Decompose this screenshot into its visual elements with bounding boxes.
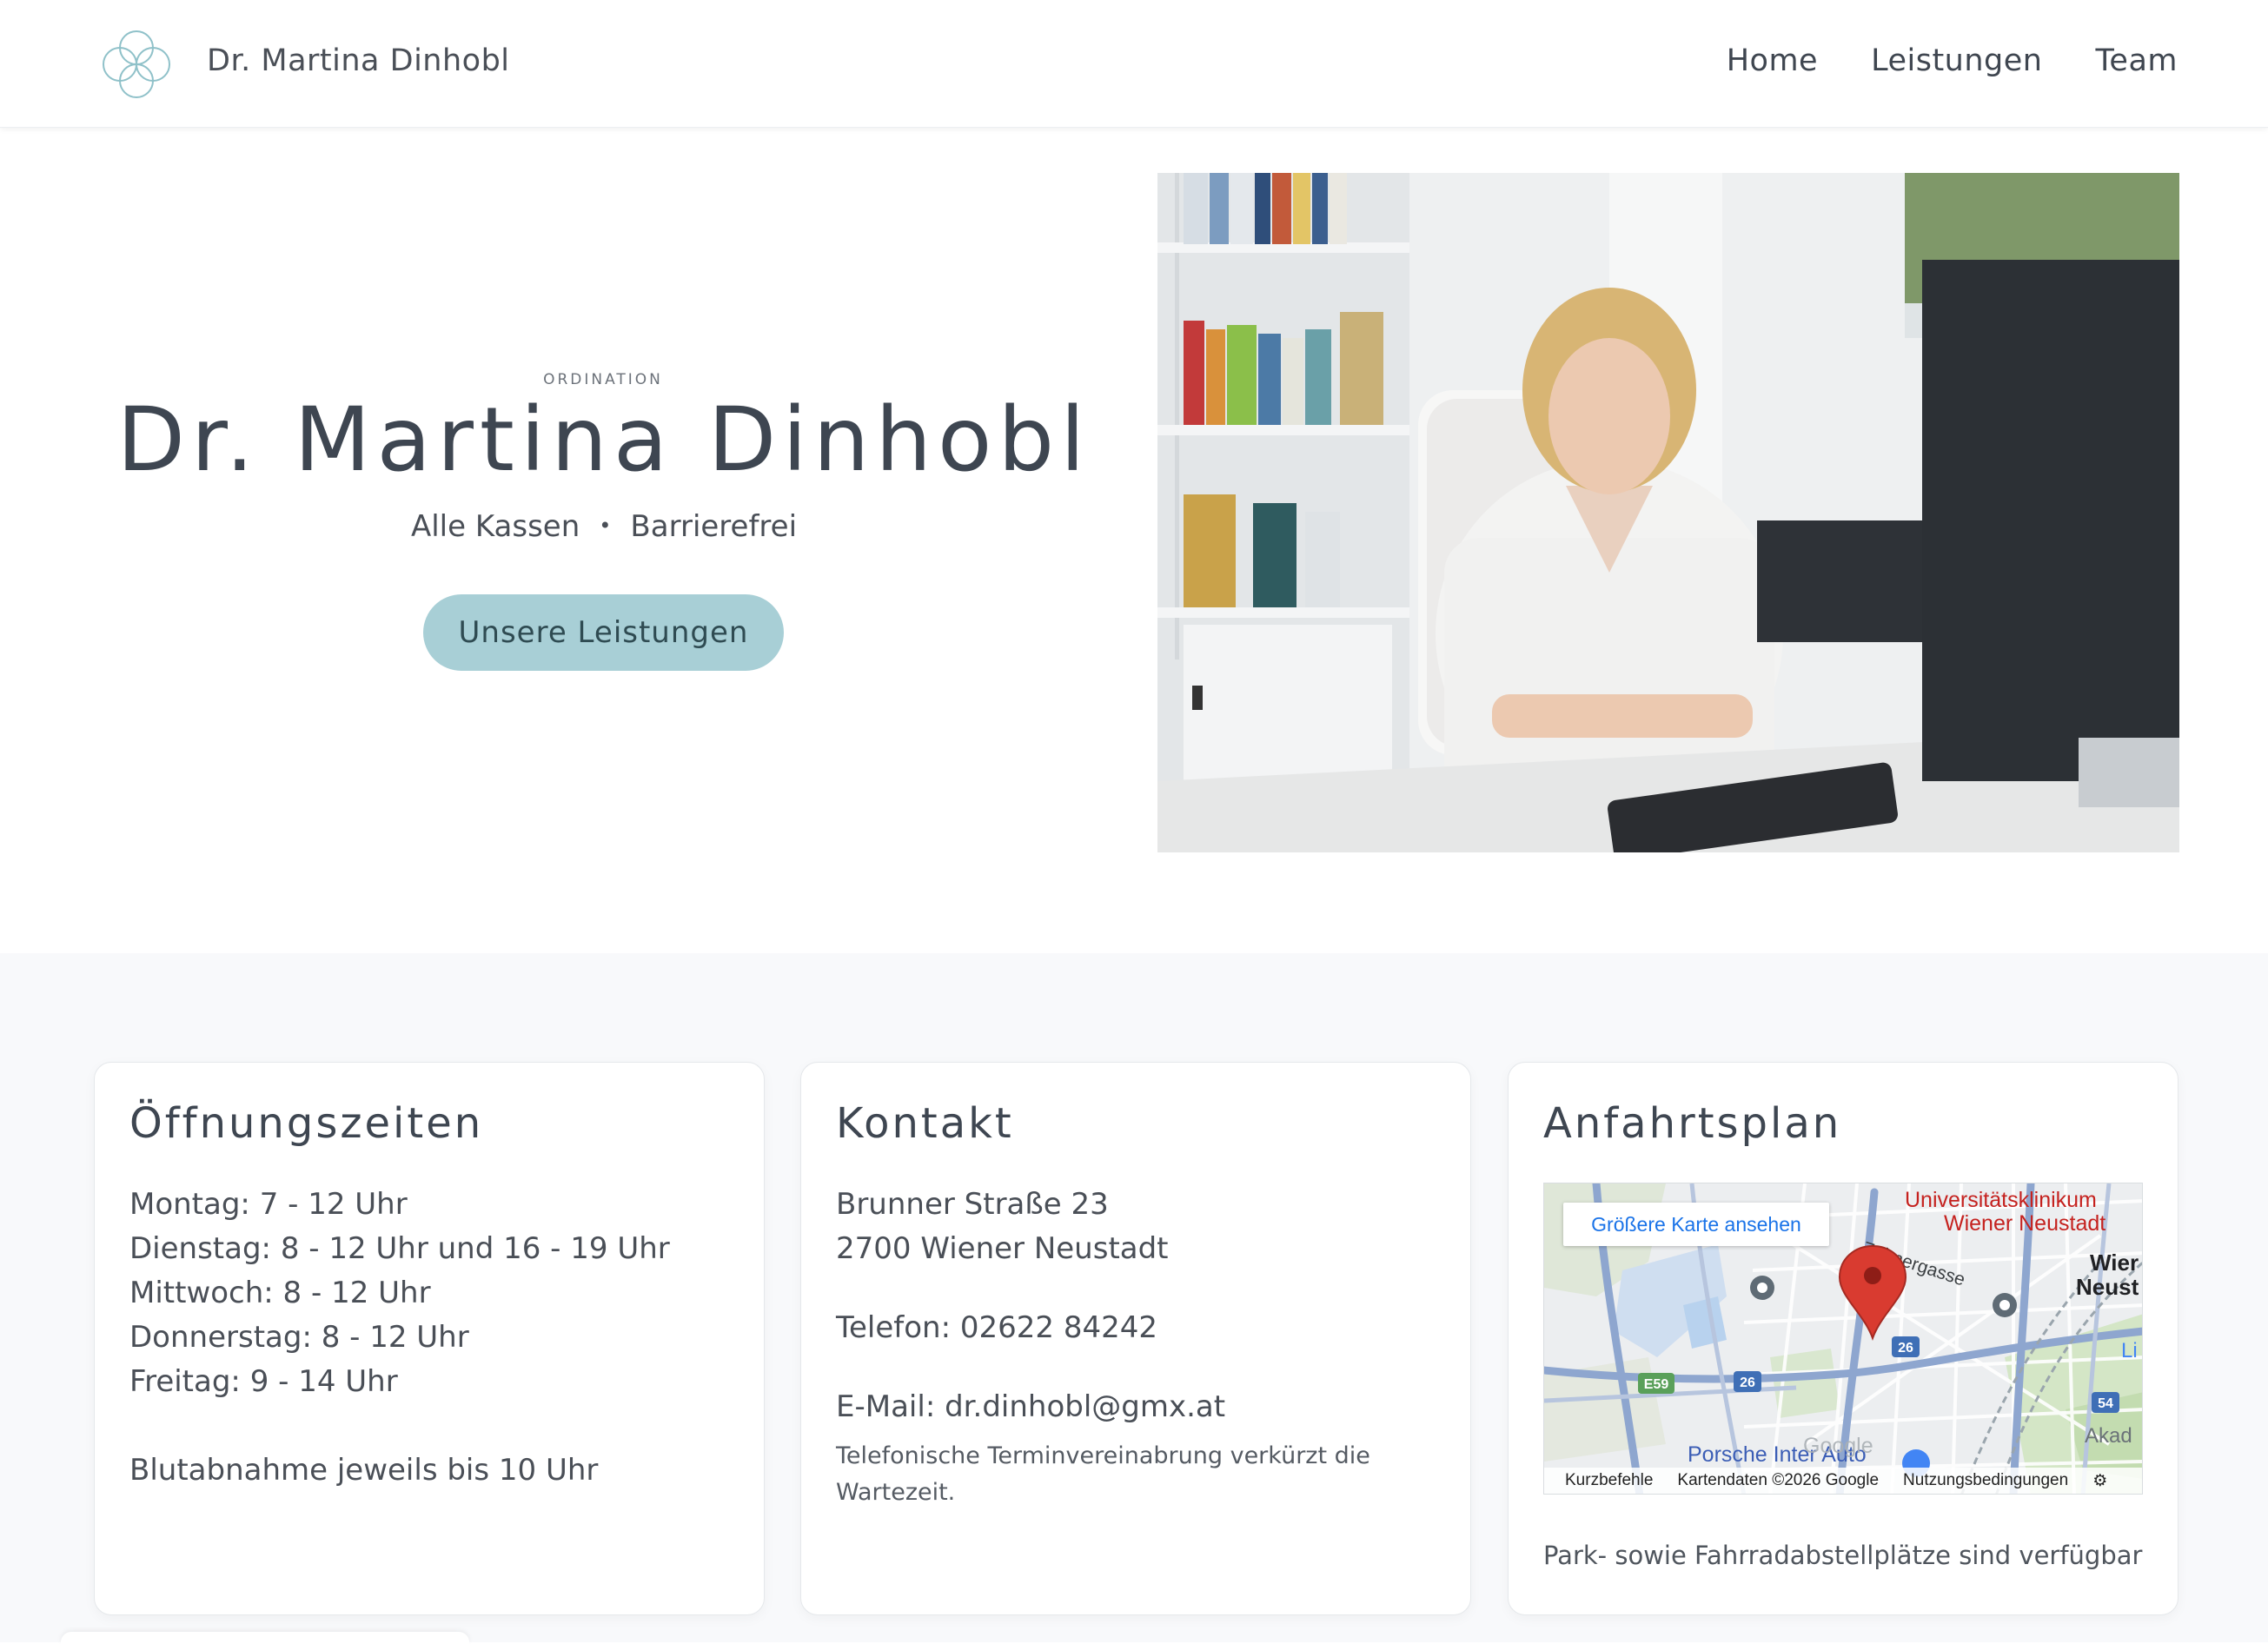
- site-header: Dr. Martina Dinhobl Home Leistungen Team: [0, 0, 2268, 128]
- map-settings-gear-icon[interactable]: ⚙: [2092, 1471, 2107, 1491]
- directions-title: Anfahrtsplan: [1543, 1099, 1842, 1148]
- hero-subtitle: Alle Kassen • Barrierefrei: [348, 509, 860, 544]
- hero-eyebrow: ORDINATION: [543, 371, 663, 388]
- contact-details: Brunner Straße 23 2700 Wiener Neustadt T…: [836, 1183, 1427, 1511]
- hours-tuesday: Dienstag: 8 - 12 Uhr und 16 - 19 Uhr: [129, 1231, 670, 1266]
- hero-sub-kassen: Alle Kassen: [410, 509, 580, 544]
- svg-text:Neust: Neust: [2076, 1274, 2139, 1300]
- email-link[interactable]: E-Mail: dr.dinhobl@gmx.at: [836, 1385, 1427, 1429]
- doctor-at-desk-photo: [1157, 173, 2179, 852]
- nav-leistungen[interactable]: Leistungen: [1871, 43, 2042, 78]
- svg-text:Li: Li: [2121, 1339, 2138, 1362]
- brand-name[interactable]: Dr. Martina Dinhobl: [207, 43, 510, 78]
- larger-map-button[interactable]: Größere Karte ansehen: [1563, 1203, 1829, 1246]
- hero-title: Dr. Martina Dinhobl: [116, 388, 1091, 492]
- nav-team[interactable]: Team: [2095, 43, 2178, 78]
- svg-text:Wier: Wier: [2090, 1250, 2139, 1276]
- svg-text:26: 26: [1740, 1376, 1755, 1390]
- leistungen-button[interactable]: Unsere Leistungen: [423, 594, 784, 671]
- svg-text:Universitätsklinikum: Universitätsklinikum: [1905, 1188, 2097, 1212]
- map-data-attribution: Kartendaten ©2026 Google: [1677, 1471, 1880, 1489]
- nav-home[interactable]: Home: [1727, 43, 1818, 78]
- info-section: Öffnungszeiten Montag: 7 - 12 Uhr Dienst…: [0, 953, 2268, 1644]
- main-nav: Home Leistungen Team: [1727, 43, 2178, 78]
- phone-link[interactable]: Telefon: 02622 84242: [836, 1306, 1427, 1350]
- map-shortcuts-link[interactable]: Kurzbefehle: [1565, 1471, 1653, 1490]
- contact-card: Kontakt Brunner Straße 23 2700 Wiener Ne…: [800, 1062, 1471, 1615]
- directions-card: Anfahrtsplan E59 26 26 54 Universitätskl…: [1508, 1062, 2178, 1615]
- map-footer: Kurzbefehle Kartendaten ©2026 Google Nut…: [1544, 1468, 2142, 1494]
- contact-title: Kontakt: [836, 1099, 1014, 1148]
- svg-text:E59: E59: [1644, 1377, 1669, 1392]
- blood-draw-note: Blutabnahme jeweils bis 10 Uhr: [129, 1453, 599, 1488]
- svg-text:26: 26: [1898, 1341, 1913, 1356]
- hours-thursday: Donnerstag: 8 - 12 Uhr: [129, 1320, 469, 1355]
- map-terms-link[interactable]: Nutzungsbedingungen: [1903, 1471, 2068, 1490]
- address-street: Brunner Straße 23: [836, 1187, 1109, 1222]
- hero-section: ORDINATION Dr. Martina Dinhobl Alle Kass…: [0, 128, 2268, 953]
- hours-wednesday: Mittwoch: 8 - 12 Uhr: [129, 1276, 431, 1310]
- address-city: 2700 Wiener Neustadt: [836, 1231, 1169, 1266]
- hero-sub-barrierefrei: Barrierefrei: [630, 509, 798, 544]
- hours-monday: Montag: 7 - 12 Uhr: [129, 1187, 408, 1222]
- four-circle-flower-icon[interactable]: [94, 22, 179, 107]
- appointment-note: Telefonische Terminvereinabrung verkürzt…: [836, 1442, 1370, 1506]
- google-map-embed[interactable]: E59 26 26 54 Universitätsklinikum Wiener…: [1543, 1183, 2143, 1495]
- opening-hours-list: Montag: 7 - 12 Uhr Dienstag: 8 - 12 Uhr …: [129, 1183, 670, 1493]
- opening-hours-card: Öffnungszeiten Montag: 7 - 12 Uhr Dienst…: [94, 1062, 765, 1615]
- opening-hours-title: Öffnungszeiten: [129, 1099, 484, 1148]
- hours-friday: Freitag: 9 - 14 Uhr: [129, 1364, 398, 1399]
- svg-text:Google: Google: [1803, 1434, 1873, 1458]
- svg-text:Akad: Akad: [2085, 1424, 2132, 1448]
- svg-text:Wiener Neustadt: Wiener Neustadt: [1944, 1211, 2106, 1236]
- parking-note: Park- sowie Fahrradabstellplätze sind ve…: [1543, 1541, 2143, 1570]
- separator-dot: •: [599, 514, 612, 538]
- svg-text:54: 54: [2098, 1396, 2113, 1411]
